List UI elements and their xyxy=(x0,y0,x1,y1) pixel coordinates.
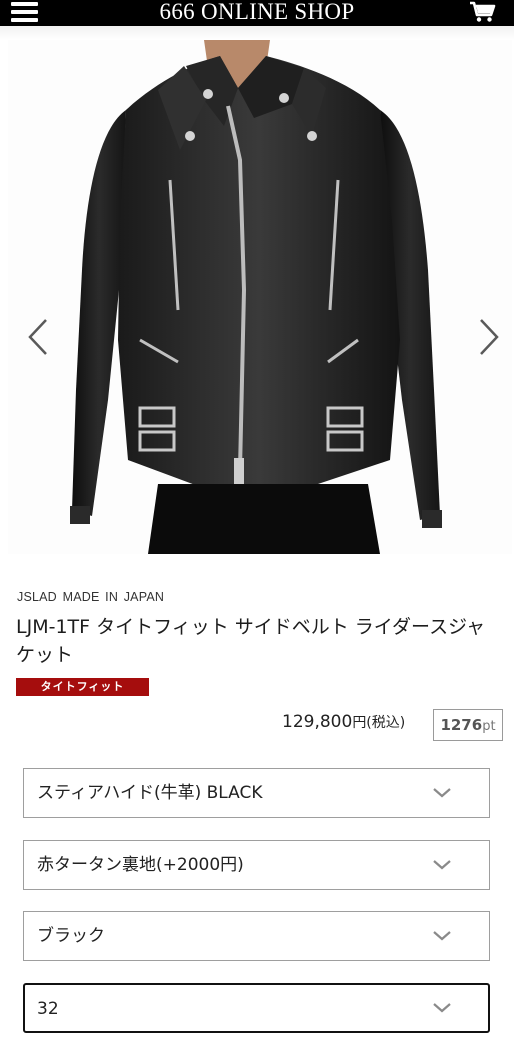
fit-badge: タイトフィット xyxy=(16,678,149,696)
chevron-down-icon xyxy=(433,788,451,798)
points-value: 1276 xyxy=(440,716,483,734)
size-select[interactable]: 32 xyxy=(23,983,490,1033)
shop-title[interactable]: 666 ONLINE SHOP xyxy=(0,0,514,26)
lining-select[interactable]: 赤タータン裏地(+2000円) xyxy=(23,840,490,890)
chevron-down-icon xyxy=(433,860,451,870)
color-select[interactable]: ブラック xyxy=(23,911,490,961)
top-header: 666 ONLINE SHOP xyxy=(0,0,514,26)
points-box: 1276pt xyxy=(433,709,503,741)
size-select-value: 32 xyxy=(37,999,59,1019)
chevron-right-icon[interactable] xyxy=(477,318,501,356)
product-title: LJM-1TF タイトフィット サイドベルト ライダースジャケット xyxy=(16,616,486,666)
price-value: 129,800 xyxy=(282,712,353,732)
leather-select-value: スティアハイド(牛革) BLACK xyxy=(37,783,263,803)
product-photo xyxy=(8,40,512,554)
brand-line: JSLAD MADE IN JAPAN xyxy=(17,590,165,604)
chevron-left-icon[interactable] xyxy=(26,318,50,356)
shopping-cart-icon[interactable] xyxy=(469,1,497,23)
lining-select-value: 赤タータン裏地(+2000円) xyxy=(37,855,244,875)
chevron-down-icon xyxy=(433,1003,451,1013)
leather-select[interactable]: スティアハイド(牛革) BLACK xyxy=(23,768,490,818)
header-shadow xyxy=(0,26,514,40)
chevron-down-icon xyxy=(433,931,451,941)
price: 129,800円(税込) xyxy=(282,712,405,732)
color-select-value: ブラック xyxy=(37,926,105,946)
product-image-gallery[interactable] xyxy=(8,40,512,554)
price-unit: 円(税込) xyxy=(352,715,406,731)
points-unit: pt xyxy=(482,719,496,734)
